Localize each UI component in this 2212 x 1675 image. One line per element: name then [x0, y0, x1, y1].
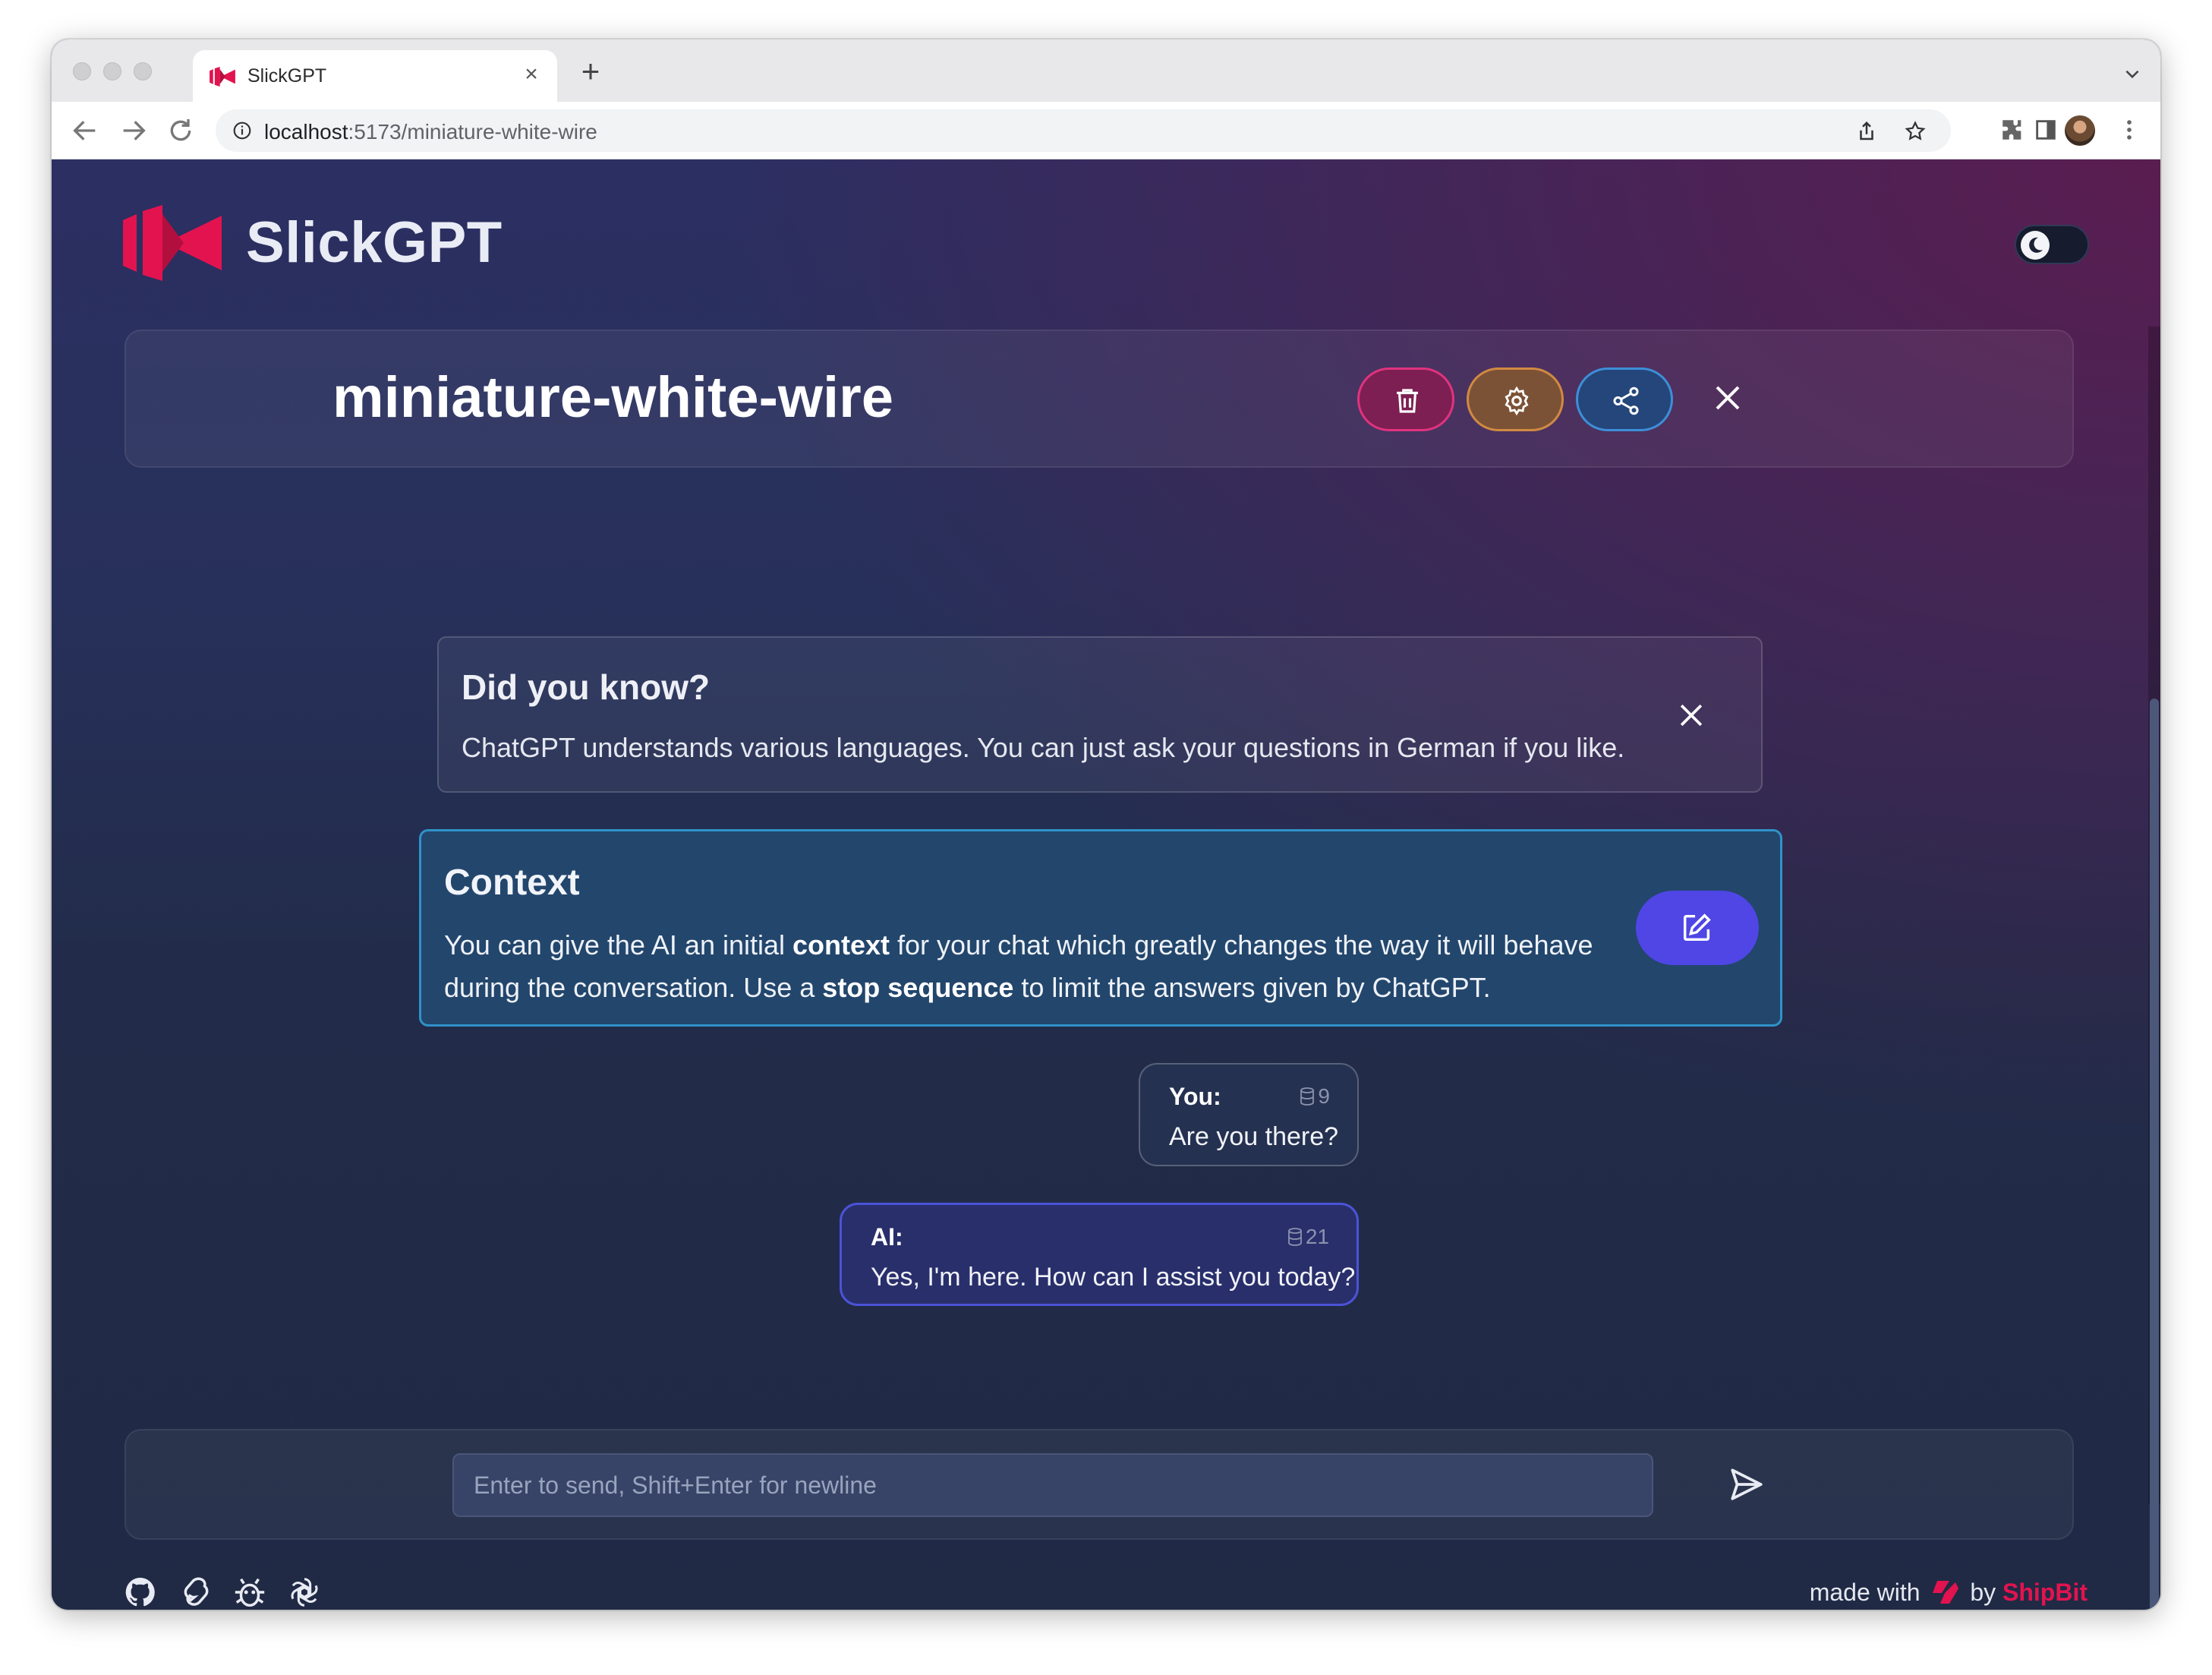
- context-description: You can give the AI an initial context f…: [444, 929, 1593, 1003]
- address-bar[interactable]: localhost:5173/miniature-white-wire: [216, 109, 1951, 152]
- made-with-text: made with: [1809, 1579, 1921, 1606]
- bug-icon[interactable]: [232, 1575, 267, 1610]
- message-text: Are you there?: [1169, 1122, 1339, 1151]
- url-text: localhost:5173/miniature-white-wire: [264, 120, 597, 144]
- chat-title[interactable]: miniature-white-wire: [332, 364, 893, 431]
- scrollbar-track[interactable]: [2148, 326, 2160, 1610]
- message-input[interactable]: [452, 1453, 1653, 1517]
- close-chat-icon[interactable]: [1709, 380, 1746, 416]
- tab-strip: SlickGPT × +: [52, 39, 2160, 102]
- browser-window: SlickGPT × + localhost:5173/miniature-wh…: [52, 39, 2160, 1610]
- browser-tab[interactable]: SlickGPT ×: [193, 50, 557, 102]
- share-page-icon[interactable]: [1855, 120, 1878, 143]
- minimize-window-button[interactable]: [103, 62, 121, 80]
- shipbit-logo-icon: [1933, 1581, 1959, 1604]
- reload-icon[interactable]: [165, 115, 196, 146]
- trash-icon: [1397, 389, 1418, 413]
- send-icon[interactable]: [1728, 1465, 1766, 1503]
- scrollbar-thumb[interactable]: [2150, 699, 2159, 1610]
- message-composer: [124, 1429, 2074, 1540]
- brand-name: SlickGPT: [246, 210, 503, 275]
- more-options-icon[interactable]: [2116, 117, 2142, 143]
- chat-header: miniature-white-wire: [124, 330, 2074, 468]
- slickgpt-logo-icon: [123, 205, 222, 281]
- profile-avatar[interactable]: [2063, 114, 2097, 147]
- zoom-window-button[interactable]: [134, 62, 152, 80]
- toggle-knob: [2021, 231, 2050, 260]
- app-page: SlickGPT miniature-white-wire Did you kn…: [52, 159, 2160, 1610]
- message-text: Yes, I'm here. How can I assist you toda…: [871, 1263, 1356, 1292]
- back-arrow-icon[interactable]: [70, 115, 100, 146]
- tab-close-icon[interactable]: ×: [518, 61, 545, 88]
- browser-toolbar: localhost:5173/miniature-white-wire: [52, 102, 2160, 159]
- database-icon: [1287, 1228, 1302, 1246]
- close-window-button[interactable]: [73, 62, 91, 80]
- user-message: You: 9 Are you there?: [1139, 1063, 1359, 1166]
- message-author: AI:: [871, 1223, 903, 1251]
- message-author: You:: [1169, 1083, 1221, 1110]
- tip-text: ChatGPT understands various languages. Y…: [462, 732, 1625, 763]
- tab-title: SlickGPT: [247, 65, 327, 87]
- dark-mode-toggle[interactable]: [2015, 225, 2089, 264]
- side-panel-icon[interactable]: [2033, 117, 2059, 143]
- share-chat-button[interactable]: [1576, 367, 1673, 431]
- token-count: 9: [1298, 1084, 1330, 1109]
- site-info-icon[interactable]: [232, 121, 252, 140]
- edit-context-button[interactable]: [1636, 891, 1759, 965]
- by-text: by: [1970, 1579, 1996, 1606]
- bookmark-star-icon[interactable]: [1904, 120, 1927, 143]
- github-icon[interactable]: [123, 1575, 158, 1610]
- database-icon: [1300, 1087, 1315, 1106]
- chevron-down-icon[interactable]: [2122, 64, 2142, 84]
- forward-arrow-icon[interactable]: [118, 115, 149, 146]
- shipbit-link[interactable]: ShipBit: [2002, 1579, 2088, 1606]
- slickgpt-favicon-icon: [210, 67, 235, 87]
- gear-icon: [1505, 386, 1529, 416]
- svelte-icon[interactable]: [178, 1575, 213, 1610]
- edit-pencil-icon: [1683, 913, 1711, 942]
- context-card: Context You can give the AI an initial c…: [419, 829, 1782, 1027]
- context-title: Context: [444, 863, 580, 903]
- extensions-puzzle-icon[interactable]: [1999, 117, 2025, 143]
- made-with-credit: made with by ShipBit: [1810, 1578, 2088, 1607]
- delete-chat-button[interactable]: [1357, 367, 1454, 431]
- close-tip-icon[interactable]: [1675, 699, 1708, 732]
- new-tab-button[interactable]: +: [574, 55, 607, 90]
- chat-settings-button[interactable]: [1467, 367, 1564, 431]
- openai-icon[interactable]: [287, 1575, 322, 1610]
- ai-message: AI: 21 Yes, I'm here. How can I assist y…: [840, 1203, 1359, 1306]
- token-count: 21: [1286, 1225, 1329, 1249]
- share-icon: [1613, 386, 1639, 415]
- did-you-know-card: Did you know? ChatGPT understands variou…: [437, 636, 1763, 793]
- tip-title: Did you know?: [462, 667, 711, 707]
- moon-icon: [2029, 237, 2043, 253]
